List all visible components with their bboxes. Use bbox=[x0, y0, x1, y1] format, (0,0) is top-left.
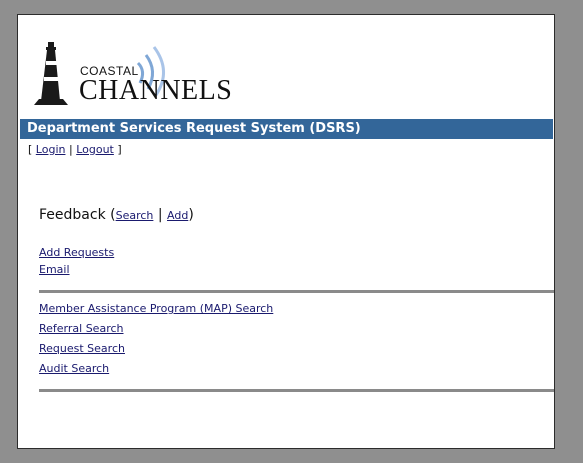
feedback-label: Feedback bbox=[39, 207, 106, 223]
section-divider-bottom bbox=[39, 389, 554, 392]
auth-open-bracket: [ bbox=[28, 143, 33, 156]
referral-search-link[interactable]: Referral Search bbox=[39, 322, 124, 335]
auth-close-bracket: ] bbox=[117, 143, 122, 156]
add-requests-link[interactable]: Add Requests bbox=[39, 246, 114, 259]
audit-search-link[interactable]: Audit Search bbox=[39, 362, 109, 375]
coastal-channels-logo: COASTAL CHANNELS bbox=[30, 39, 260, 109]
feedback-search-link[interactable]: Search bbox=[116, 209, 154, 222]
feedback-separator: | bbox=[157, 207, 163, 223]
feedback-add-link[interactable]: Add bbox=[167, 209, 188, 222]
feedback-close-paren: ) bbox=[188, 207, 194, 223]
section-divider bbox=[39, 290, 554, 293]
auth-separator: | bbox=[68, 143, 73, 156]
login-link[interactable]: Login bbox=[36, 143, 66, 156]
map-search-link[interactable]: Member Assistance Program (MAP) Search bbox=[39, 302, 273, 315]
email-link[interactable]: Email bbox=[39, 263, 70, 276]
page-frame: COASTAL CHANNELS Department Services Req… bbox=[17, 14, 555, 449]
auth-links: [ Login | Logout ] bbox=[28, 143, 122, 156]
app-title: Department Services Request System (DSRS… bbox=[27, 121, 361, 136]
request-search-link[interactable]: Request Search bbox=[39, 342, 125, 355]
feedback-section: Feedback (Search | Add) bbox=[39, 207, 194, 223]
app-title-bar: Department Services Request System (DSRS… bbox=[20, 119, 553, 139]
logo-channels-text: CHANNELS bbox=[79, 75, 233, 106]
logout-link[interactable]: Logout bbox=[76, 143, 114, 156]
